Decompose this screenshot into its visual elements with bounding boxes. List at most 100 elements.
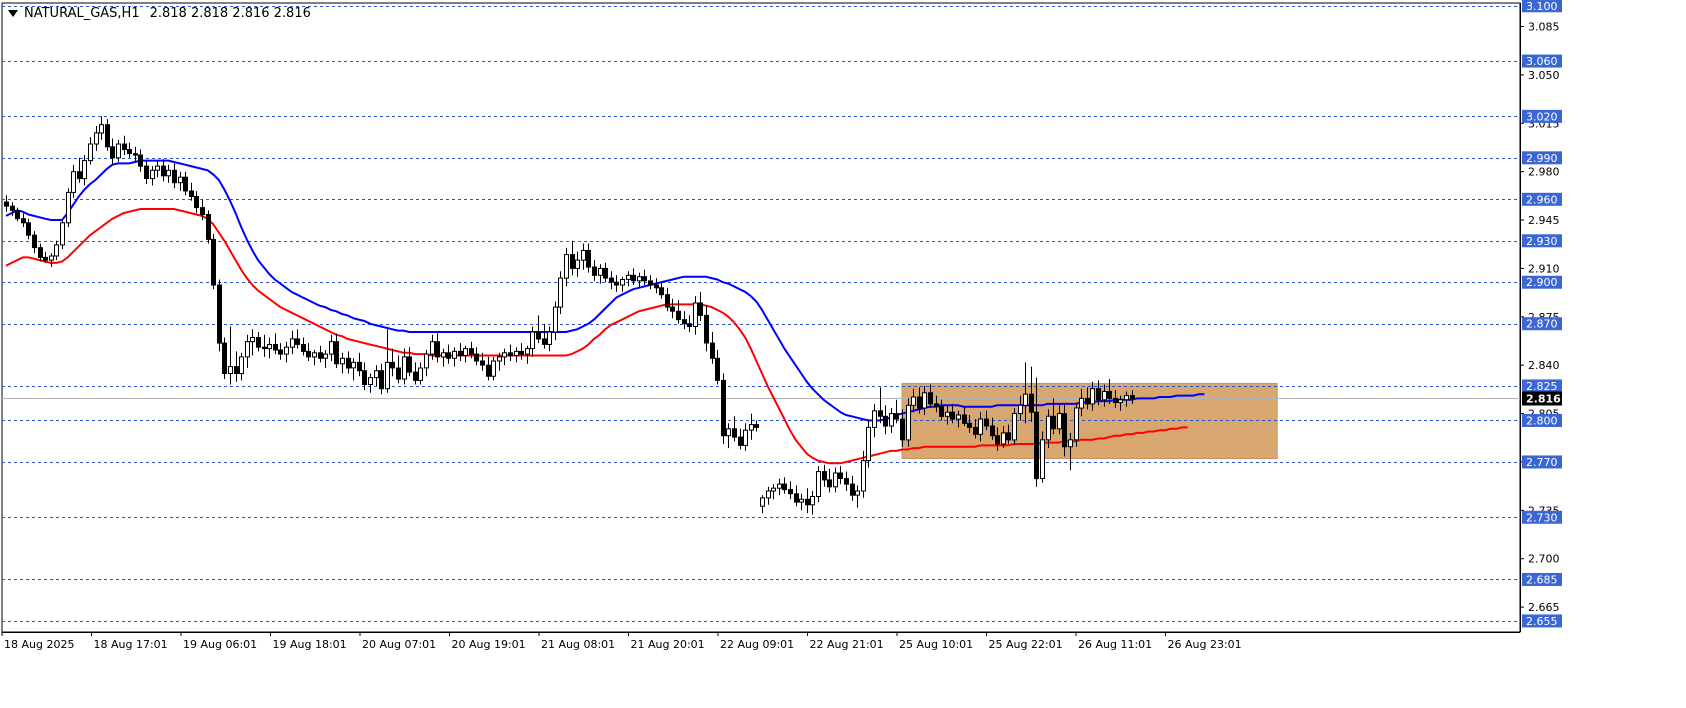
candle-body-up [866, 426, 871, 462]
candle-body-up [166, 169, 171, 177]
candle-body-up [245, 341, 250, 358]
candle-body-down [878, 410, 883, 417]
candle-body-down [614, 281, 619, 286]
candle-body-up [452, 350, 457, 359]
candle-body-up [816, 471, 821, 498]
candle-body-down [995, 435, 1000, 445]
candle-body-down [334, 341, 339, 365]
candle-body-down [105, 124, 110, 148]
candle-body-down [234, 366, 239, 375]
candle [1074, 402, 1079, 447]
candle-body-up [463, 348, 468, 357]
candle-body-down [21, 218, 26, 224]
price-tick-label: 3.085 [1528, 21, 1560, 34]
candle-body-down [1029, 393, 1034, 413]
candle-body-down [967, 422, 972, 428]
candle-body-up [575, 259, 580, 269]
candle-body-down [189, 190, 194, 197]
candle-body-down [1062, 413, 1067, 448]
candle-body-up [726, 428, 731, 437]
candle-body-down [973, 426, 978, 435]
candle-body-down [1130, 395, 1135, 399]
candle-body-down [217, 284, 222, 344]
candle-body-down [586, 250, 591, 268]
time-tick-label: 25 Aug 22:01 [989, 638, 1063, 651]
candle-body-down [1051, 415, 1056, 430]
candle-body-up [284, 346, 289, 355]
candle-body-down [346, 357, 351, 369]
candle-body-down [273, 344, 278, 351]
candle-body-up [693, 302, 698, 327]
candle-body-up [861, 460, 866, 492]
candle-body-up [743, 429, 748, 446]
candle [906, 398, 911, 447]
time-tick-label: 21 Aug 20:01 [631, 638, 705, 651]
candle-body-up [329, 341, 334, 355]
candle-body-down [4, 201, 9, 207]
candle-body-up [441, 352, 446, 358]
price-chart[interactable]: 3.0853.0503.0152.9802.9452.9102.8752.840… [0, 0, 1686, 704]
candle-body-down [950, 411, 955, 420]
candle-body-down [480, 360, 485, 366]
candle [816, 466, 821, 503]
candle-body-down [827, 479, 832, 488]
candle-body-up [430, 341, 435, 355]
candle-body-up [564, 254, 569, 279]
candle-body-down [161, 165, 166, 177]
candle-body-up [598, 267, 603, 276]
candle-body-down [295, 338, 300, 345]
candle-body-down [710, 342, 715, 359]
candle-body-up [1018, 404, 1023, 415]
candle-body-down [984, 418, 989, 427]
candle [558, 271, 563, 314]
candle-body-up [760, 497, 765, 507]
candle-body-down [474, 353, 479, 362]
candle-body-down [357, 361, 362, 372]
level-price-label: 2.900 [1526, 276, 1558, 289]
level-price-label: 3.060 [1526, 55, 1558, 68]
candle-body-up [424, 353, 429, 369]
candle-body-down [122, 143, 127, 150]
candle-body-down [788, 489, 793, 495]
candle-body-down [200, 207, 205, 216]
candle-body-down [676, 310, 681, 321]
candle-body-up [922, 392, 927, 409]
candle-body-down [917, 396, 922, 409]
candle-body-down [844, 478, 849, 485]
candle-body-down [278, 349, 283, 355]
candle-body-down [172, 169, 177, 184]
candle-body-up [1102, 391, 1107, 401]
candle [66, 188, 71, 227]
level-price-label: 2.825 [1526, 380, 1558, 393]
candle-body-up [94, 132, 99, 145]
candle-body-down [894, 413, 899, 420]
candle-body-up [418, 367, 423, 381]
candle-body-down [715, 357, 720, 381]
candle-body-up [340, 357, 345, 365]
candle-body-down [934, 403, 939, 408]
candle-body-down [1113, 397, 1118, 403]
candle-body-down [206, 214, 211, 240]
candle-body-down [609, 277, 614, 283]
time-tick-label: 20 Aug 19:01 [452, 638, 526, 651]
candle-body-down [301, 344, 306, 352]
candle-body-up [911, 396, 916, 406]
time-tick-label: 21 Aug 08:01 [541, 638, 615, 651]
chart-canvas[interactable]: 3.0853.0503.0152.9802.9452.9102.8752.840… [0, 0, 1686, 704]
candle-body-down [211, 238, 216, 286]
candle-body-down [962, 414, 967, 424]
price-tick-label: 2.945 [1528, 214, 1560, 227]
ohlc-readout: 2.818 2.818 2.816 2.816 [149, 6, 311, 21]
time-tick-label: 20 Aug 07:01 [362, 638, 436, 651]
dropdown-triangle-icon[interactable] [8, 10, 18, 17]
candle-body-up [889, 413, 894, 427]
candle-body-down [754, 424, 759, 428]
candle-body-down [536, 331, 541, 340]
candle-body-up [116, 143, 121, 159]
candle-body-down [670, 306, 675, 312]
candle-body-up [766, 490, 771, 499]
candle-body-up [906, 404, 911, 441]
candle-body-down [648, 280, 653, 286]
candle-body-down [15, 209, 20, 220]
candle-body-down [77, 171, 82, 180]
